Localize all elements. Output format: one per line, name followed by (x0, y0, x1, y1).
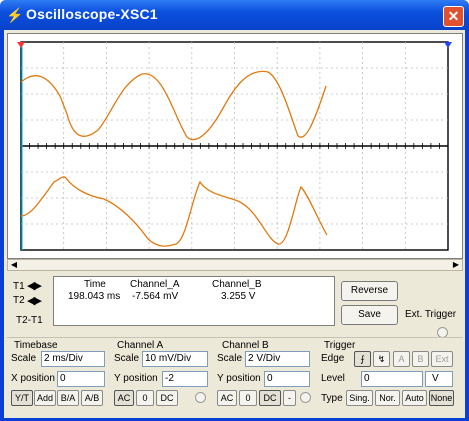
channel-b-ypos-field[interactable]: 0 (264, 371, 310, 387)
channel-b-ypos-label: Y position (217, 373, 261, 384)
divider (7, 337, 463, 338)
channel-a-zero-button[interactable]: 0 (136, 390, 154, 406)
timebase-scale-label: Scale (11, 353, 37, 364)
channel-b-dc-button[interactable]: DC (259, 390, 281, 406)
channel-b-scale-field[interactable]: 2 V/Div (245, 351, 310, 367)
type-label: Type (321, 393, 343, 404)
ba-mode-button[interactable]: B/A (57, 390, 79, 406)
edge-label: Edge (321, 353, 345, 364)
channel-b-scale-label: Scale (217, 353, 243, 364)
save-button[interactable]: Save (341, 305, 398, 325)
t2-label: T2 (13, 295, 25, 306)
measurement-readout: Time Channel_A Channel_B 198.043 ms -7.5… (53, 276, 335, 326)
title-bar[interactable]: ⚡ Oscilloscope-XSC1 ✕ (0, 0, 469, 30)
trigger-ext-button[interactable]: Ext (431, 351, 453, 367)
channel-a-scale-label: Scale (114, 353, 140, 364)
scroll-right-arrow-icon[interactable]: ▶ (450, 260, 462, 270)
trigger-auto-button[interactable]: Auto (402, 390, 427, 406)
trigger-none-button[interactable]: None (429, 390, 454, 406)
scope-display (7, 33, 463, 259)
t2t1-label: T2-T1 (16, 315, 43, 326)
channel-a-dc-button[interactable]: DC (156, 390, 178, 406)
time-value: 198.043 ms (68, 291, 121, 302)
channel-a-ypos-label: Y position (114, 373, 158, 384)
t1-label: T1 (13, 281, 25, 292)
oscilloscope-window: ⚡ Oscilloscope-XSC1 ✕ ◀ ▶ T1 T2 T2-T1 ◀▶… (0, 0, 469, 421)
time-header: Time (84, 279, 106, 290)
display-scrollbar[interactable]: ◀ ▶ (7, 259, 463, 271)
trigger-title: Trigger (324, 340, 356, 351)
channel-b-value: 3.255 V (221, 291, 256, 302)
close-button[interactable]: ✕ (443, 6, 464, 27)
level-unit-field[interactable]: V (425, 371, 453, 387)
channel-b-invert-button[interactable]: - (283, 390, 296, 406)
channel-a-radio[interactable] (195, 392, 206, 403)
t1-move-arrows-icon[interactable]: ◀▶ (27, 279, 42, 292)
window-title: Oscilloscope-XSC1 (26, 6, 158, 22)
trigger-b-button[interactable]: B (412, 351, 429, 367)
channel-a-scale-field[interactable]: 10 mV/Div (142, 351, 208, 367)
falling-edge-icon[interactable]: ↯ (373, 351, 390, 367)
timebase-scale-field[interactable]: 2 ms/Div (41, 351, 105, 367)
channel-b-ac-button[interactable]: AC (217, 390, 237, 406)
channel-b-radio[interactable] (300, 392, 311, 403)
channel-b-title: Channel B (222, 340, 269, 351)
level-field[interactable]: 0 (361, 371, 423, 387)
rising-edge-icon[interactable]: ⨍ (354, 351, 371, 367)
t2-move-arrows-icon[interactable]: ◀▶ (27, 294, 42, 307)
channel-b-header: Channel_B (212, 279, 262, 290)
trigger-normal-button[interactable]: Nor. (375, 390, 400, 406)
trigger-a-button[interactable]: A (393, 351, 410, 367)
reverse-button[interactable]: Reverse (341, 281, 398, 301)
channel-a-ypos-field[interactable]: -2 (162, 371, 208, 387)
channel-a-ac-button[interactable]: AC (114, 390, 134, 406)
client-area: ◀ ▶ T1 T2 T2-T1 ◀▶ ◀▶ Time Channel_A Cha… (4, 30, 465, 418)
timebase-title: Timebase (14, 340, 58, 351)
x-position-label: X position (11, 373, 55, 384)
ab-mode-button[interactable]: A/B (81, 390, 103, 406)
yt-mode-button[interactable]: Y/T (11, 390, 33, 406)
level-label: Level (321, 373, 345, 384)
trigger-single-button[interactable]: Sing. (346, 390, 373, 406)
x-position-field[interactable]: 0 (57, 371, 105, 387)
ext-trigger-label: Ext. Trigger (405, 309, 457, 320)
scroll-left-arrow-icon[interactable]: ◀ (8, 260, 20, 270)
scope-graph (17, 41, 452, 251)
channel-b-zero-button[interactable]: 0 (239, 390, 257, 406)
channel-a-title: Channel A (117, 340, 164, 351)
add-mode-button[interactable]: Add (34, 390, 56, 406)
channel-a-header: Channel_A (130, 279, 180, 290)
channel-a-value: -7.564 mV (132, 291, 179, 302)
oscilloscope-icon: ⚡ (6, 7, 24, 23)
